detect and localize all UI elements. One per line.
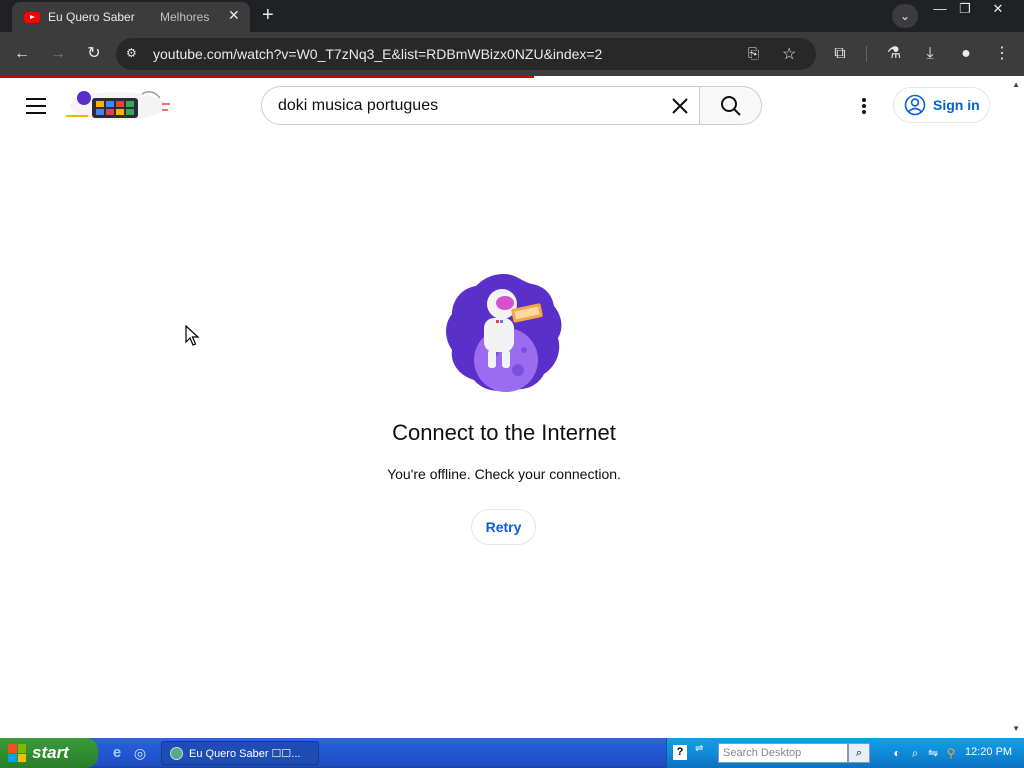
taskbar-window-button[interactable]: Eu Quero Saber ☐☐... bbox=[161, 741, 319, 765]
address-bar[interactable]: ⚙ youtube.com/watch?v=W0_T7zNq3_E&list=R… bbox=[116, 38, 816, 70]
windows-taskbar: start e ◎ Eu Quero Saber ☐☐... ? ⇌ Searc… bbox=[0, 738, 1024, 768]
desktop-search-input[interactable]: Search Desktop bbox=[718, 743, 848, 763]
back-arrow-tray-icon[interactable]: ◐ bbox=[889, 745, 905, 761]
site-info-icon[interactable]: ⚙ bbox=[126, 46, 137, 60]
bookmark-star-icon[interactable]: ☆ bbox=[782, 44, 796, 64]
close-tab-icon[interactable]: ✕ bbox=[228, 7, 240, 23]
start-label: start bbox=[32, 743, 69, 762]
windows-flag-icon bbox=[8, 744, 26, 762]
restore-icon[interactable]: ❐ bbox=[950, 0, 980, 20]
close-icon[interactable]: ✕ bbox=[983, 0, 1013, 20]
browser-menu-icon[interactable]: ⋮ bbox=[990, 42, 1014, 66]
internet-explorer-icon[interactable]: e bbox=[108, 744, 126, 762]
search-icon bbox=[721, 96, 741, 116]
start-button[interactable]: start bbox=[0, 738, 98, 768]
browser-tab-strip: Eu Quero Saber Melhores ✕ + ⌄ — ❐ ✕ bbox=[0, 0, 1024, 32]
offline-astronaut-illustration bbox=[446, 274, 562, 392]
tab-title: Eu Quero Saber bbox=[48, 10, 135, 24]
clear-search-icon[interactable] bbox=[667, 93, 693, 119]
download-icon[interactable]: ⤓ bbox=[918, 42, 942, 66]
taskbar-window-label: Eu Quero Saber ☐☐... bbox=[189, 747, 301, 760]
retry-button[interactable]: Retry bbox=[471, 509, 536, 545]
install-app-icon[interactable]: ⎘ bbox=[748, 45, 759, 62]
help-icon[interactable]: ? bbox=[673, 745, 687, 760]
new-tab-button[interactable]: + bbox=[262, 4, 274, 26]
offline-title: Connect to the Internet bbox=[392, 420, 616, 445]
desktop-search-go-icon[interactable]: ⌕ bbox=[848, 743, 870, 763]
hamburger-menu-icon[interactable] bbox=[26, 98, 46, 114]
youtube-doodle-logo[interactable] bbox=[62, 84, 174, 124]
network-tray-icon[interactable]: ⇋ bbox=[925, 745, 941, 761]
extensions-icon[interactable]: ⧉ bbox=[828, 42, 852, 66]
forward-icon[interactable]: → bbox=[46, 42, 70, 66]
offline-message: You're offline. Check your connection. bbox=[387, 466, 621, 482]
clock[interactable]: 12:20 PM bbox=[965, 746, 1012, 758]
tab-search-button[interactable]: ⌄ bbox=[892, 4, 918, 28]
search-button[interactable] bbox=[699, 86, 762, 125]
url-text[interactable]: youtube.com/watch?v=W0_T7zNq3_E&list=RDB… bbox=[153, 46, 602, 62]
system-tray: ? ⇌ Search Desktop ⌕ ◐ ⌕ ⇋ ⚲ 12:20 PM bbox=[666, 738, 1024, 768]
youtube-favicon-icon bbox=[24, 11, 40, 23]
search-input[interactable]: doki musica portugues bbox=[261, 86, 699, 125]
profile-icon[interactable]: ● bbox=[954, 42, 978, 66]
chrome-app-icon bbox=[170, 746, 183, 760]
labs-flask-icon[interactable]: ⚗ bbox=[882, 42, 906, 66]
sign-in-label: Sign in bbox=[933, 97, 980, 113]
scrollbar-down-arrow[interactable]: ▼ bbox=[1012, 724, 1020, 733]
toolbar-divider bbox=[866, 46, 867, 62]
back-icon[interactable]: ← bbox=[10, 42, 34, 66]
security-tray-icon[interactable]: ⚲ bbox=[943, 745, 959, 761]
account-circle-icon bbox=[904, 94, 926, 116]
mouse-cursor-icon bbox=[185, 325, 200, 346]
search-tray-icon[interactable]: ⌕ bbox=[907, 745, 923, 761]
quick-launch-icon[interactable]: ◎ bbox=[131, 744, 149, 762]
browser-toolbar: ← → ↻ ⚙ youtube.com/watch?v=W0_T7zNq3_E&… bbox=[0, 32, 1024, 76]
reload-icon[interactable]: ↻ bbox=[82, 42, 106, 66]
youtube-header: doki musica portugues Sign in bbox=[0, 78, 1024, 134]
scrollbar-up-arrow[interactable]: ▲ bbox=[1012, 80, 1020, 89]
search-query-text[interactable]: doki musica portugues bbox=[278, 97, 438, 115]
settings-more-icon[interactable] bbox=[860, 98, 868, 114]
tab-title: Melhores bbox=[160, 10, 210, 24]
tray-expand-icon[interactable]: ⇌ bbox=[695, 743, 703, 754]
sign-in-button[interactable]: Sign in bbox=[893, 87, 990, 123]
